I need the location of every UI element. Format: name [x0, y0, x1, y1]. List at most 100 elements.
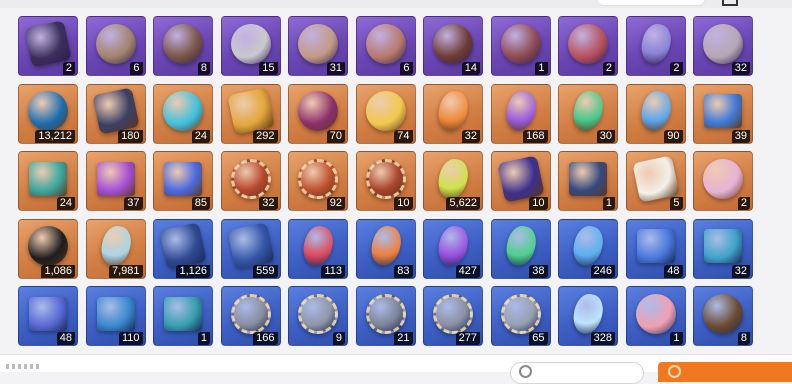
item-count: 31	[326, 62, 345, 75]
item-count: 2	[737, 197, 750, 210]
dark-cube-icon	[496, 154, 545, 203]
gold-ticket-icon	[226, 87, 275, 135]
inventory-slot[interactable]: 48	[18, 286, 78, 346]
brain-organ-icon	[163, 23, 203, 64]
item-count: 32	[731, 264, 750, 278]
inventory-slot[interactable]: 32	[693, 218, 753, 279]
inventory-slot[interactable]: 15	[220, 16, 281, 76]
inventory-slot[interactable]: 328	[558, 286, 618, 346]
skill-book-icon	[704, 94, 742, 129]
top-search-box[interactable]	[596, 0, 706, 6]
inventory-slot[interactable]: 2	[558, 16, 618, 76]
inventory-slot[interactable]: 6	[355, 16, 416, 76]
cake-slice-icon	[635, 293, 676, 334]
inventory-slot[interactable]: 1	[558, 151, 618, 211]
card-chip-icon	[24, 19, 72, 68]
inventory-slot[interactable]: 246	[558, 218, 618, 279]
inventory-slot[interactable]: 2	[625, 16, 686, 76]
inventory-slot[interactable]: 168	[490, 83, 551, 144]
item-count: 292	[253, 129, 278, 143]
inventory-slot[interactable]: 24	[153, 83, 213, 144]
item-count: 10	[529, 197, 548, 210]
blue-spirit-icon	[28, 91, 68, 132]
item-count: 8	[737, 332, 750, 345]
inventory-slot[interactable]: 21	[355, 286, 416, 346]
sort-icon[interactable]	[722, 0, 738, 6]
inventory-slot[interactable]: 37	[85, 151, 146, 211]
skill-book-icon	[96, 161, 135, 196]
item-count: 7,981	[108, 264, 143, 278]
inventory-slot[interactable]: 7,981	[85, 218, 146, 279]
inventory-slot[interactable]: 1,086	[18, 218, 78, 279]
orange-crystal-icon	[434, 88, 472, 134]
inventory-slot[interactable]: 166	[220, 286, 281, 346]
item-count: 6	[400, 62, 413, 75]
inventory-slot[interactable]: 6	[85, 16, 146, 76]
inventory-slot[interactable]: 14	[423, 16, 483, 76]
item-count: 14	[461, 62, 480, 75]
ghoul-face-icon	[298, 23, 338, 64]
inventory-slot[interactable]: 9	[288, 286, 348, 346]
inventory-slot[interactable]: 5,622	[423, 151, 483, 211]
item-count: 1	[670, 332, 683, 345]
inventory-slot[interactable]: 90	[625, 83, 686, 144]
item-count: 15	[259, 62, 278, 75]
item-count: 48	[664, 264, 683, 278]
inventory-slot[interactable]: 92	[288, 151, 348, 211]
inventory-slot[interactable]: 31	[288, 16, 348, 76]
item-count: 85	[191, 197, 210, 210]
inventory-slot[interactable]: 48	[625, 218, 686, 279]
prism-crystal-icon	[97, 223, 134, 269]
skill-book-icon	[704, 229, 742, 264]
inventory-slot[interactable]: 1	[153, 286, 213, 346]
inventory-slot[interactable]: 1	[490, 16, 551, 76]
bottom-left-label	[6, 364, 42, 369]
item-count: 110	[118, 332, 143, 345]
inventory-slot[interactable]: 70	[288, 83, 348, 144]
inventory-slot[interactable]: 85	[153, 151, 213, 211]
blue-crystal-icon	[637, 88, 674, 134]
inventory-slot[interactable]: 39	[693, 83, 753, 144]
inventory-slot[interactable]: 10	[355, 151, 416, 211]
inventory-slot[interactable]: 2	[693, 151, 753, 211]
inventory-slot[interactable]: 32	[693, 16, 753, 76]
item-count: 2	[670, 62, 683, 75]
inventory-slot[interactable]: 427	[423, 218, 483, 279]
inventory-slot[interactable]: 559	[220, 218, 281, 279]
inventory-slot[interactable]: 65	[490, 286, 551, 346]
inventory-slot[interactable]: 292	[220, 83, 281, 144]
item-count: 427	[455, 264, 480, 278]
inventory-slot[interactable]: 32	[220, 151, 281, 211]
medal-icon	[298, 158, 338, 199]
inventory-slot[interactable]: 74	[355, 83, 416, 144]
pocket-watch-icon	[703, 293, 743, 334]
inventory-slot[interactable]: 277	[423, 286, 483, 346]
screaming-mouth-icon	[500, 23, 541, 64]
bottom-search-field[interactable]	[510, 362, 644, 384]
inventory-slot[interactable]: 8	[693, 286, 753, 346]
inventory-slot[interactable]: 1,126	[153, 218, 213, 279]
inventory-slot[interactable]: 180	[85, 83, 146, 144]
item-count: 74	[394, 129, 413, 143]
inventory-slot[interactable]: 2	[18, 16, 78, 76]
item-count: 1,126	[176, 264, 210, 278]
item-count: 6	[130, 62, 143, 75]
flesh-blob-icon	[365, 23, 406, 64]
inventory-slot[interactable]: 24	[18, 151, 78, 211]
bottom-action-button[interactable]	[658, 362, 792, 382]
inventory-slot[interactable]: 32	[423, 83, 483, 144]
inventory-slot[interactable]: 8	[153, 16, 213, 76]
inventory-slot[interactable]: 30	[558, 83, 618, 144]
inventory-slot[interactable]: 1	[625, 286, 686, 346]
item-count: 1,086	[41, 264, 75, 278]
inventory-slot[interactable]: 110	[85, 286, 146, 346]
inventory-slot[interactable]: 113	[288, 218, 348, 279]
item-count: 277	[455, 332, 480, 345]
inventory-slot[interactable]: 83	[355, 218, 416, 279]
inventory-slot[interactable]: 38	[490, 218, 551, 279]
sprout-crystal-icon	[434, 155, 472, 202]
item-count: 1	[197, 332, 210, 345]
inventory-slot[interactable]: 13,212	[18, 83, 78, 144]
inventory-slot[interactable]: 5	[625, 151, 686, 211]
inventory-slot[interactable]: 10	[490, 151, 551, 211]
